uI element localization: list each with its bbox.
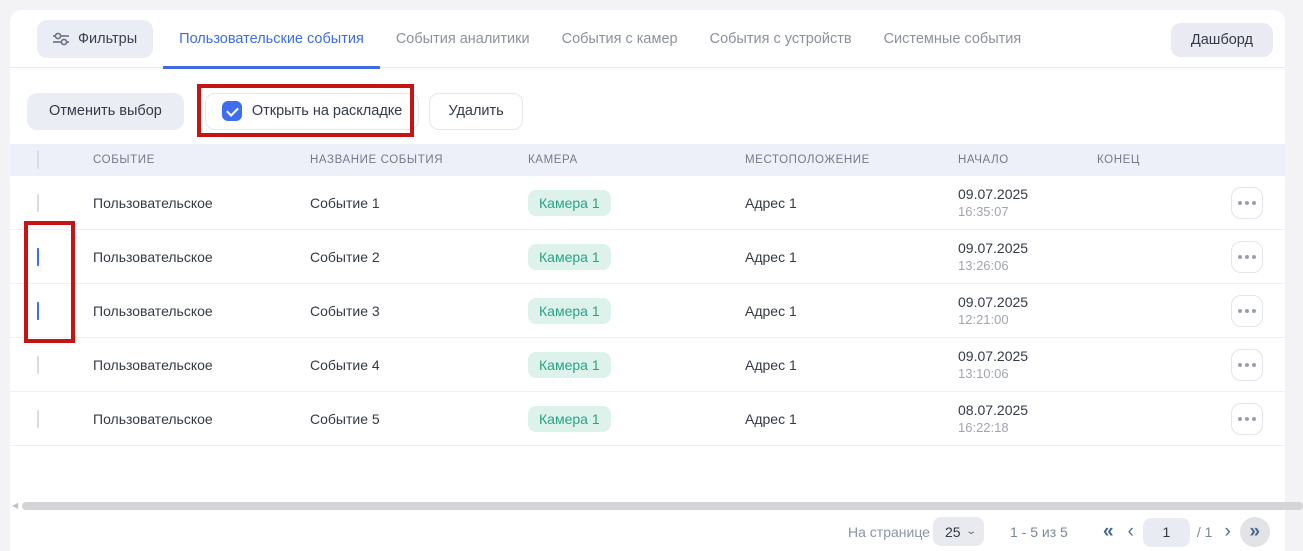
filters-button[interactable]: Фильтры — [37, 20, 153, 58]
start-time: 16:35:07 — [958, 204, 1097, 219]
ellipsis-icon — [1238, 363, 1256, 367]
per-page-select[interactable]: 25 ⌄ — [933, 517, 984, 546]
cell-event-name: Событие 2 — [310, 249, 528, 265]
cell-start: 08.07.2025 16:22:18 — [958, 402, 1097, 435]
row-checkbox[interactable] — [37, 356, 39, 374]
camera-badge[interactable]: Камера 1 — [528, 244, 611, 270]
table-row: Пользовательское Событие 5 Камера 1 Адре… — [10, 392, 1285, 446]
tab-bar: Фильтры Пользовательские события События… — [10, 10, 1285, 68]
open-on-layout-checkbox[interactable] — [222, 101, 242, 121]
tab-camera-events[interactable]: События с камер — [546, 10, 694, 68]
row-more-button[interactable] — [1231, 349, 1263, 381]
prev-page-button[interactable]: ‹ — [1123, 518, 1139, 546]
cell-start: 09.07.2025 16:35:07 — [958, 186, 1097, 219]
filters-button-label: Фильтры — [78, 31, 137, 47]
pagination-controls: « ‹ 1 / 1 › » — [1098, 517, 1270, 547]
table-header: СОБЫТИЕ НАЗВАНИЕ СОБЫТИЯ КАМЕРА МЕСТОПОЛ… — [10, 144, 1285, 176]
total-pages-label: / 1 — [1194, 524, 1216, 540]
ellipsis-icon — [1238, 201, 1256, 205]
cell-event-type: Пользовательское — [93, 411, 310, 427]
row-more-button[interactable] — [1231, 403, 1263, 435]
table-body: Пользовательское Событие 1 Камера 1 Адре… — [10, 176, 1285, 446]
table-row: Пользовательское Событие 2 Камера 1 Адре… — [10, 230, 1285, 284]
column-header-camera: КАМЕРА — [528, 154, 745, 166]
cell-event-type: Пользовательское — [93, 249, 310, 265]
cell-start: 09.07.2025 13:10:06 — [958, 348, 1097, 381]
start-date: 09.07.2025 — [958, 240, 1097, 256]
action-bar: Отменить выбор Открыть на раскладке Удал… — [10, 92, 1285, 130]
cell-start: 09.07.2025 12:21:00 — [958, 294, 1097, 327]
row-checkbox[interactable] — [37, 194, 39, 212]
camera-badge[interactable]: Камера 1 — [528, 298, 611, 324]
tab-system-events[interactable]: Системные события — [868, 10, 1038, 68]
pagination-bar: На странице 25 ⌄ 1 - 5 из 5 « ‹ 1 / 1 › … — [0, 517, 1303, 547]
select-all-checkbox[interactable] — [37, 150, 39, 169]
cell-event-type: Пользовательское — [93, 195, 310, 211]
cell-location: Адрес 1 — [745, 357, 958, 373]
cancel-selection-button[interactable]: Отменить выбор — [27, 93, 184, 130]
open-on-layout-button[interactable]: Открыть на раскладке — [205, 93, 420, 130]
start-date: 09.07.2025 — [958, 348, 1097, 364]
first-page-button[interactable]: « — [1098, 518, 1119, 546]
row-more-button[interactable] — [1231, 295, 1263, 327]
next-page-button[interactable]: › — [1219, 518, 1235, 546]
cell-location: Адрес 1 — [745, 249, 958, 265]
last-page-icon: » — [1250, 518, 1261, 546]
cell-event-name: Событие 3 — [310, 303, 528, 319]
start-date: 08.07.2025 — [958, 402, 1097, 418]
last-page-button[interactable]: » — [1240, 517, 1270, 547]
tabs: Пользовательские события События аналити… — [163, 10, 1037, 68]
row-checkbox[interactable] — [37, 302, 39, 320]
ellipsis-icon — [1238, 417, 1256, 421]
start-time: 12:21:00 — [958, 312, 1097, 327]
row-checkbox[interactable] — [37, 410, 39, 428]
horizontal-scrollbar[interactable] — [22, 502, 1303, 510]
cell-start: 09.07.2025 13:26:06 — [958, 240, 1097, 273]
row-more-button[interactable] — [1231, 241, 1263, 273]
table-row: Пользовательское Событие 3 Камера 1 Адре… — [10, 284, 1285, 338]
start-date: 09.07.2025 — [958, 294, 1097, 310]
scrollbar-left-arrow-icon[interactable]: ◀ — [12, 502, 18, 510]
cell-event-name: Событие 1 — [310, 195, 528, 211]
start-time: 13:26:06 — [958, 258, 1097, 273]
open-on-layout-label: Открыть на раскладке — [252, 103, 403, 119]
start-time: 16:22:18 — [958, 420, 1097, 435]
cell-event-type: Пользовательское — [93, 357, 310, 373]
column-header-end: КОНЕЦ — [1097, 154, 1190, 166]
cell-location: Адрес 1 — [745, 303, 958, 319]
ellipsis-icon — [1238, 255, 1256, 259]
column-header-start: НАЧАЛО — [958, 154, 1097, 166]
row-more-button[interactable] — [1231, 187, 1263, 219]
events-panel: Фильтры Пользовательские события События… — [10, 10, 1285, 551]
ellipsis-icon — [1238, 309, 1256, 313]
delete-button[interactable]: Удалить — [429, 93, 522, 130]
tab-analytics-events[interactable]: События аналитики — [380, 10, 546, 68]
filters-sliders-icon — [53, 32, 69, 46]
current-page-input[interactable]: 1 — [1143, 518, 1190, 547]
cell-event-name: Событие 5 — [310, 411, 528, 427]
per-page-label: На странице — [848, 524, 930, 540]
column-header-name: НАЗВАНИЕ СОБЫТИЯ — [310, 154, 528, 166]
table-row: Пользовательское Событие 1 Камера 1 Адре… — [10, 176, 1285, 230]
start-time: 13:10:06 — [958, 366, 1097, 381]
table-row: Пользовательское Событие 4 Камера 1 Адре… — [10, 338, 1285, 392]
cell-location: Адрес 1 — [745, 195, 958, 211]
dashboard-button[interactable]: Дашборд — [1171, 23, 1273, 57]
camera-badge[interactable]: Камера 1 — [528, 190, 611, 216]
camera-badge[interactable]: Камера 1 — [528, 406, 611, 432]
row-checkbox[interactable] — [37, 248, 39, 266]
per-page-value: 25 — [945, 524, 961, 540]
start-date: 09.07.2025 — [958, 186, 1097, 202]
range-label: 1 - 5 из 5 — [1010, 524, 1068, 540]
tab-device-events[interactable]: События с устройств — [694, 10, 868, 68]
camera-badge[interactable]: Камера 1 — [528, 352, 611, 378]
tab-user-events[interactable]: Пользовательские события — [163, 10, 380, 68]
cell-event-type: Пользовательское — [93, 303, 310, 319]
chevron-down-icon: ⌄ — [965, 526, 977, 537]
column-header-location: МЕСТОПОЛОЖЕНИЕ — [745, 154, 958, 166]
cell-location: Адрес 1 — [745, 411, 958, 427]
cell-event-name: Событие 4 — [310, 357, 528, 373]
column-header-event: СОБЫТИЕ — [93, 154, 310, 166]
